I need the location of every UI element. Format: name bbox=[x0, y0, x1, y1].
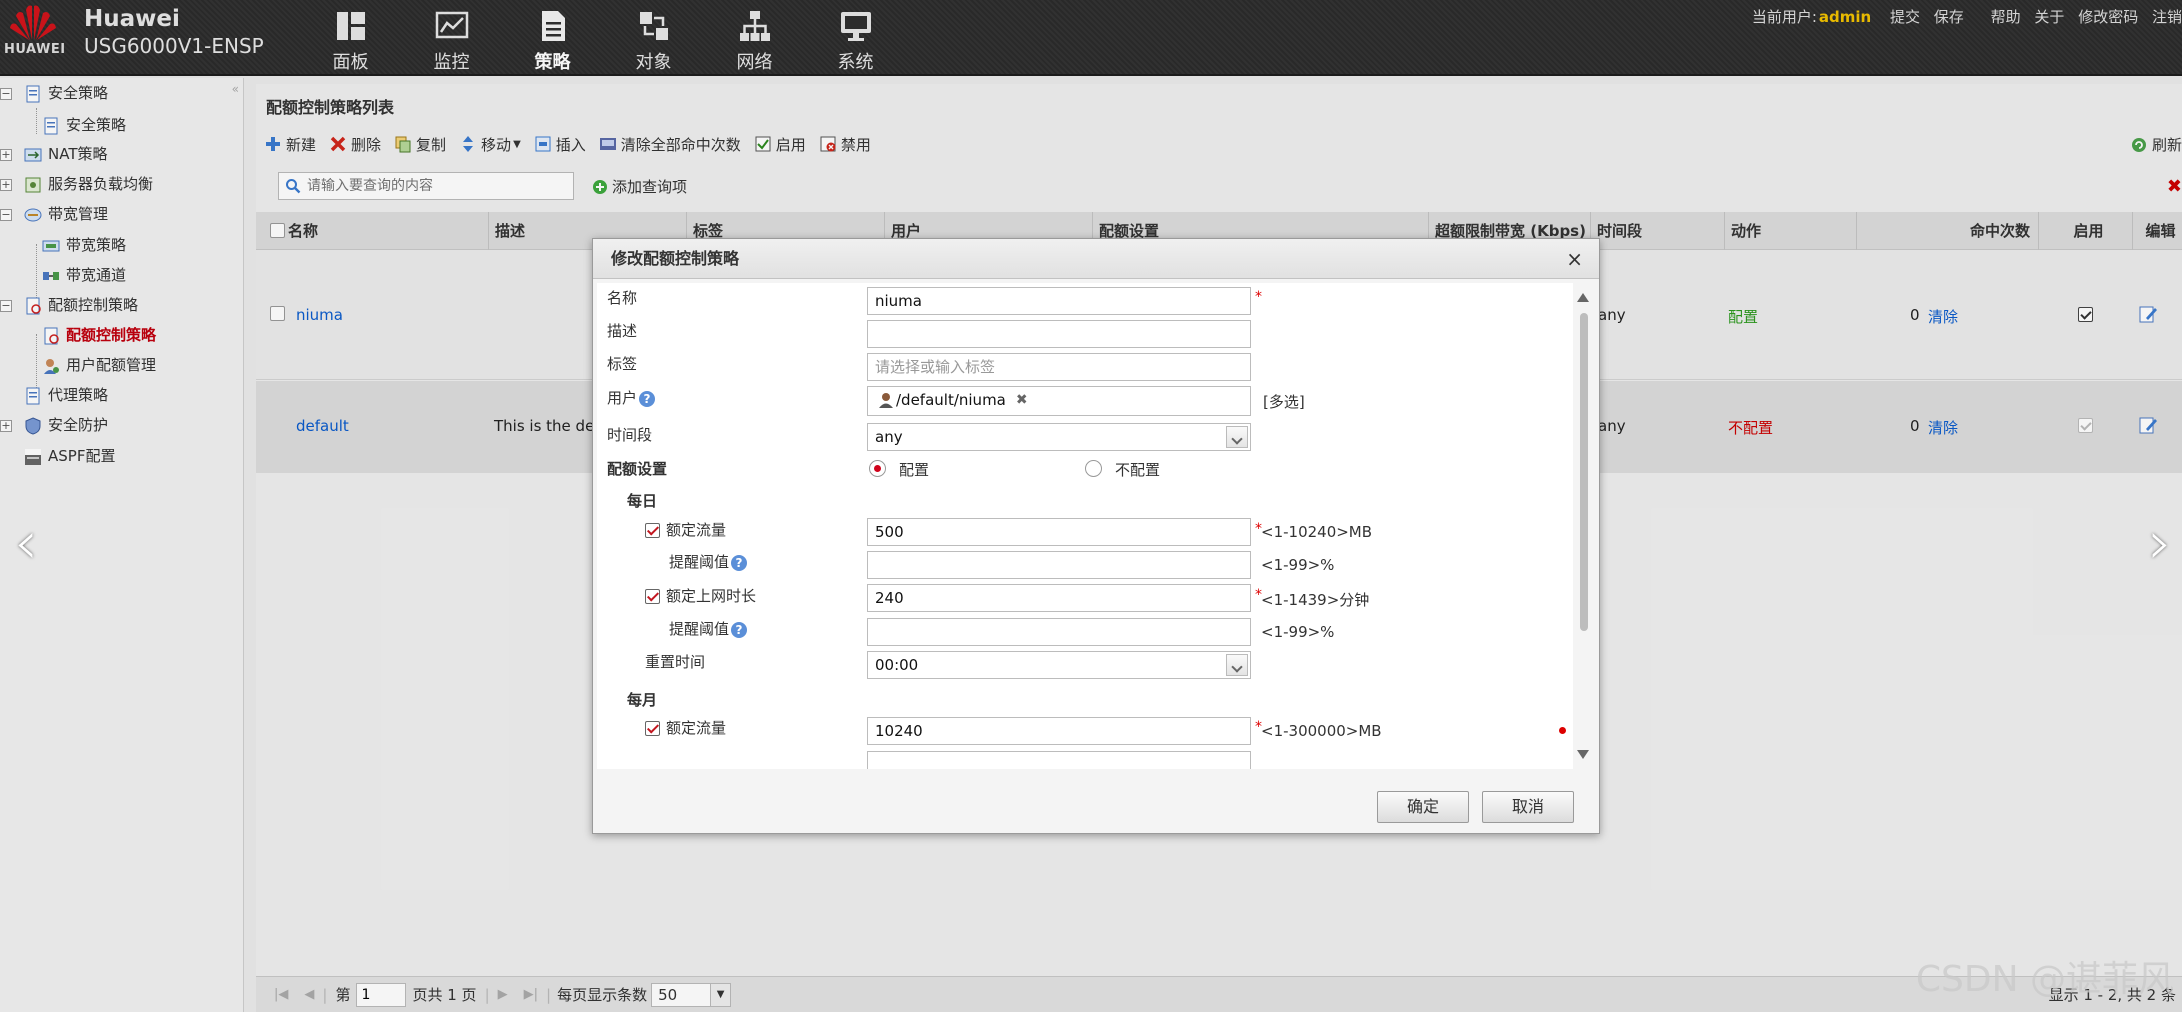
daily-online-label: 额定上网时长 bbox=[666, 587, 757, 605]
daily-traffic-hint: <1-10240>MB bbox=[1261, 523, 1373, 541]
dialog-footer: 确定 取消 bbox=[593, 779, 1599, 833]
user-label: 用户? bbox=[607, 387, 656, 408]
scroll-thumb[interactable] bbox=[1580, 313, 1588, 631]
chevron-down-icon bbox=[1226, 426, 1248, 448]
quota-off-label: 不配置 bbox=[1115, 461, 1161, 479]
scroll-up-icon[interactable] bbox=[1577, 293, 1589, 302]
daily-online-checkbox-row[interactable]: 额定上网时长 bbox=[645, 585, 756, 606]
reset-time-select[interactable]: 00:00 bbox=[867, 651, 1251, 679]
time-value: any bbox=[875, 428, 903, 446]
required-mark: * bbox=[1255, 289, 1262, 305]
help-icon[interactable]: ? bbox=[731, 621, 748, 638]
daily-traffic-label: 额定流量 bbox=[666, 521, 727, 539]
user-avatar-icon bbox=[879, 393, 893, 408]
reset-time-label: 重置时间 bbox=[645, 653, 706, 671]
desc-input[interactable] bbox=[867, 320, 1251, 348]
tag-input[interactable]: 请选择或输入标签 bbox=[867, 353, 1251, 381]
ok-button[interactable]: 确定 bbox=[1377, 791, 1469, 823]
monthly-section-label: 每月 bbox=[627, 691, 658, 709]
user-tag-input[interactable]: /default/niuma ✖ bbox=[867, 386, 1251, 416]
tag-label: 标签 bbox=[607, 355, 638, 373]
time-select[interactable]: any bbox=[867, 423, 1251, 451]
desc-label: 描述 bbox=[607, 322, 638, 340]
dialog-header: 修改配额控制策略 × bbox=[593, 239, 1599, 279]
cancel-button[interactable]: 取消 bbox=[1482, 791, 1574, 823]
monthly-traffic-input[interactable]: 10240 bbox=[867, 717, 1251, 745]
help-icon[interactable]: ? bbox=[731, 554, 748, 571]
monthly-traffic-checkbox-row[interactable]: 额定流量 bbox=[645, 717, 726, 738]
user-tag: /default/niuma ✖ bbox=[878, 390, 1028, 410]
user-label-text: 用户 bbox=[607, 389, 638, 407]
quota-on-radio[interactable] bbox=[869, 460, 886, 477]
daily-online-input[interactable]: 240 bbox=[867, 584, 1251, 612]
daily-traffic-input[interactable]: 500 bbox=[867, 518, 1251, 546]
error-dot-icon bbox=[1559, 727, 1566, 734]
dialog-title: 修改配额控制策略 bbox=[611, 249, 740, 268]
daily-online-alert-text: 提醒阈值 bbox=[669, 620, 730, 638]
chevron-down-icon bbox=[1226, 654, 1248, 676]
daily-traffic-checkbox[interactable] bbox=[645, 523, 660, 538]
close-icon[interactable]: × bbox=[1566, 239, 1583, 279]
monthly-traffic-hint: <1-300000>MB bbox=[1261, 722, 1382, 740]
user-tag-value: /default/niuma bbox=[896, 391, 1006, 409]
reset-time-value: 00:00 bbox=[875, 656, 919, 674]
dialog-scrollbar[interactable] bbox=[1575, 291, 1591, 761]
daily-online-hint: <1-1439>分钟 bbox=[1261, 591, 1370, 609]
multi-select-link[interactable]: [多选] bbox=[1263, 391, 1305, 412]
scroll-down-icon[interactable] bbox=[1577, 750, 1589, 759]
time-label: 时间段 bbox=[607, 426, 653, 444]
quota-label: 配额设置 bbox=[607, 460, 668, 478]
name-label: 名称 bbox=[607, 289, 638, 307]
monthly-traffic-checkbox[interactable] bbox=[645, 721, 660, 736]
daily-traffic-alert-hint: <1-99>% bbox=[1261, 556, 1335, 574]
daily-section-label: 每日 bbox=[627, 492, 658, 510]
daily-traffic-alert-input[interactable] bbox=[867, 551, 1251, 579]
chevron-left-icon[interactable]: ‹ bbox=[14, 508, 38, 578]
daily-online-alert-label: 提醒阈值? bbox=[669, 618, 748, 639]
quota-on-label: 配置 bbox=[899, 461, 930, 479]
help-icon[interactable]: ? bbox=[639, 390, 656, 407]
monthly-traffic-label: 额定流量 bbox=[666, 719, 727, 737]
daily-traffic-checkbox-row[interactable]: 额定流量 bbox=[645, 519, 726, 540]
chevron-right-icon[interactable]: › bbox=[2148, 508, 2172, 578]
watermark: CSDN @谌菲风 bbox=[1915, 959, 2174, 1000]
monthly-traffic-alert-input[interactable] bbox=[867, 751, 1251, 769]
daily-online-alert-hint: <1-99>% bbox=[1261, 623, 1335, 641]
daily-online-checkbox[interactable] bbox=[645, 589, 660, 604]
daily-online-alert-input[interactable] bbox=[867, 618, 1251, 646]
dialog-form: 名称 niuma * 描述 标签 请选择或输入标签 用户? /default/n… bbox=[597, 283, 1573, 769]
daily-traffic-alert-label: 提醒阈值? bbox=[669, 551, 748, 572]
remove-tag-icon[interactable]: ✖ bbox=[1016, 387, 1028, 413]
daily-traffic-alert-text: 提醒阈值 bbox=[669, 553, 730, 571]
name-input[interactable]: niuma bbox=[867, 287, 1251, 315]
quota-off-radio[interactable] bbox=[1085, 460, 1102, 477]
edit-quota-dialog: 修改配额控制策略 × 名称 niuma * 描述 标签 请选择或输入标签 用户?… bbox=[592, 238, 1600, 834]
